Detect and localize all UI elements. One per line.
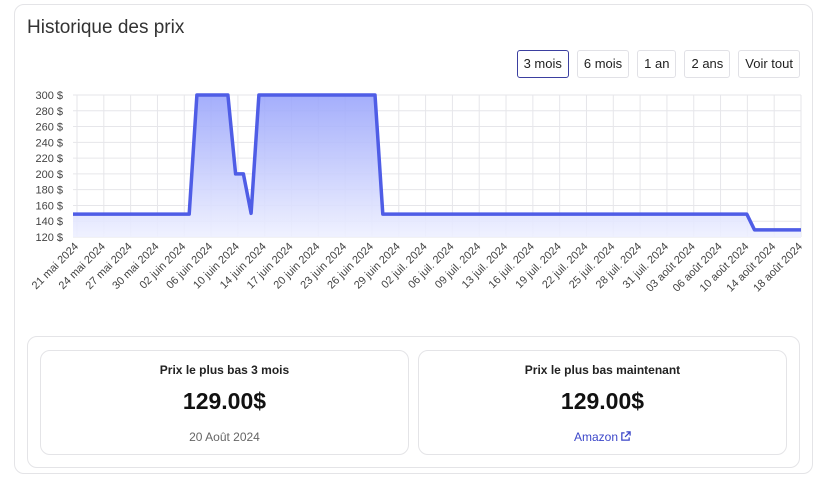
price-chart: 300 $ 280 $ 260 $ 240 $ 220 $ 200 $ 180 $ 160 $… [30, 90, 805, 295]
y-tick-label: 160 $ [35, 200, 63, 212]
stats-panel: Prix le plus bas 3 mois 129.00$ 20 Août … [27, 336, 800, 468]
price-line [73, 93, 801, 232]
y-tick-label: 260 $ [35, 122, 63, 134]
lowest-3-months-label: Prix le plus bas 3 mois [159, 363, 290, 377]
y-axis: 300 $ 280 $ 260 $ 240 $ 220 $ 200 $ 180 $ 160 $… [35, 90, 63, 244]
y-tick-label: 220 $ [35, 153, 63, 165]
y-tick-label: 140 $ [35, 216, 63, 228]
y-tick-label: 280 $ [35, 106, 63, 118]
lowest-3-months-value: 129.00$ [182, 388, 267, 414]
y-tick-label: 300 $ [35, 90, 63, 102]
external-link-icon [621, 431, 631, 441]
y-tick-label: 180 $ [35, 185, 63, 197]
y-tick-label: 120 $ [35, 232, 63, 244]
lowest-now-card: Prix le plus bas maintenant 129.00$ Amaz… [418, 350, 787, 455]
x-axis: 21 mai 202424 mai 202427 mai 202430 mai … [30, 241, 805, 295]
lowest-now-label: Prix le plus bas maintenant [524, 363, 681, 377]
lowest-3-months-date: 20 Août 2024 [189, 430, 260, 444]
price-history-card: Historique des prix 3 mois 6 mois 1 an 2… [14, 4, 813, 474]
lowest-3-months-card: Prix le plus bas 3 mois 129.00$ 20 Août … [40, 350, 409, 455]
amazon-link[interactable]: Amazon [574, 430, 618, 444]
y-tick-label: 240 $ [35, 137, 63, 149]
y-tick-label: 200 $ [35, 169, 63, 181]
chart-area-layer [73, 93, 801, 237]
lowest-now-value: 129.00$ [560, 388, 645, 414]
store-link-row: Amazon [419, 430, 786, 444]
